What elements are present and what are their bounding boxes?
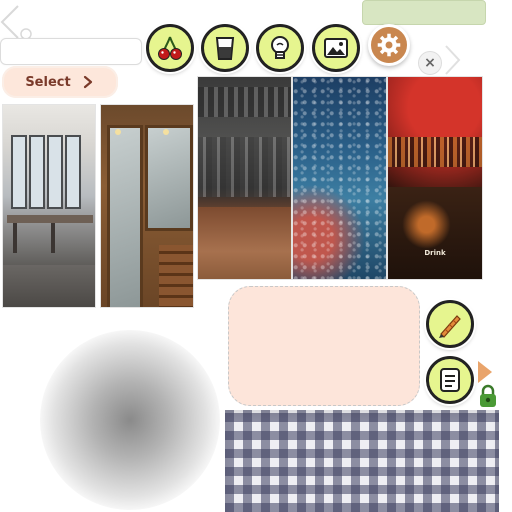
lock-icon [480, 384, 496, 407]
drink-button[interactable] [201, 24, 249, 72]
close-icon: × [424, 55, 436, 71]
chevron-right-icon [83, 75, 92, 89]
photo-bar-counter[interactable] [197, 76, 292, 280]
lightbulb-icon [271, 36, 289, 59]
image-icon [324, 38, 348, 58]
select-button-label: Select [25, 74, 71, 90]
hint-button[interactable] [256, 24, 304, 72]
gallery-button[interactable] [312, 24, 360, 72]
gingham-tablecloth [225, 410, 499, 512]
settings-button[interactable] [368, 24, 410, 66]
empty-text-field[interactable] [0, 38, 142, 65]
document-icon [440, 368, 460, 392]
document-button[interactable] [426, 356, 474, 404]
glass-icon [215, 37, 235, 60]
back-arrow-icon[interactable] [0, 4, 32, 40]
next-arrow-icon[interactable] [442, 44, 462, 76]
photo-pub-interior[interactable]: Drink [387, 76, 483, 280]
select-button[interactable]: Select [2, 66, 118, 98]
cherries-icon [158, 36, 182, 60]
play-arrow-icon[interactable] [478, 361, 492, 383]
photo-rainy-window[interactable] [292, 76, 387, 280]
gear-icon [377, 33, 401, 57]
table-shadow [40, 330, 220, 510]
status-pill [362, 0, 486, 25]
close-button[interactable]: × [418, 51, 442, 75]
note-panel[interactable] [228, 286, 420, 406]
pencil-icon [439, 315, 461, 338]
pub-photo-label: Drink [424, 249, 446, 257]
photo-wooden-doors[interactable] [100, 104, 194, 308]
photo-restaurant-interior[interactable] [2, 104, 96, 308]
cherries-button[interactable] [146, 24, 194, 72]
pencil-button[interactable] [426, 300, 474, 348]
